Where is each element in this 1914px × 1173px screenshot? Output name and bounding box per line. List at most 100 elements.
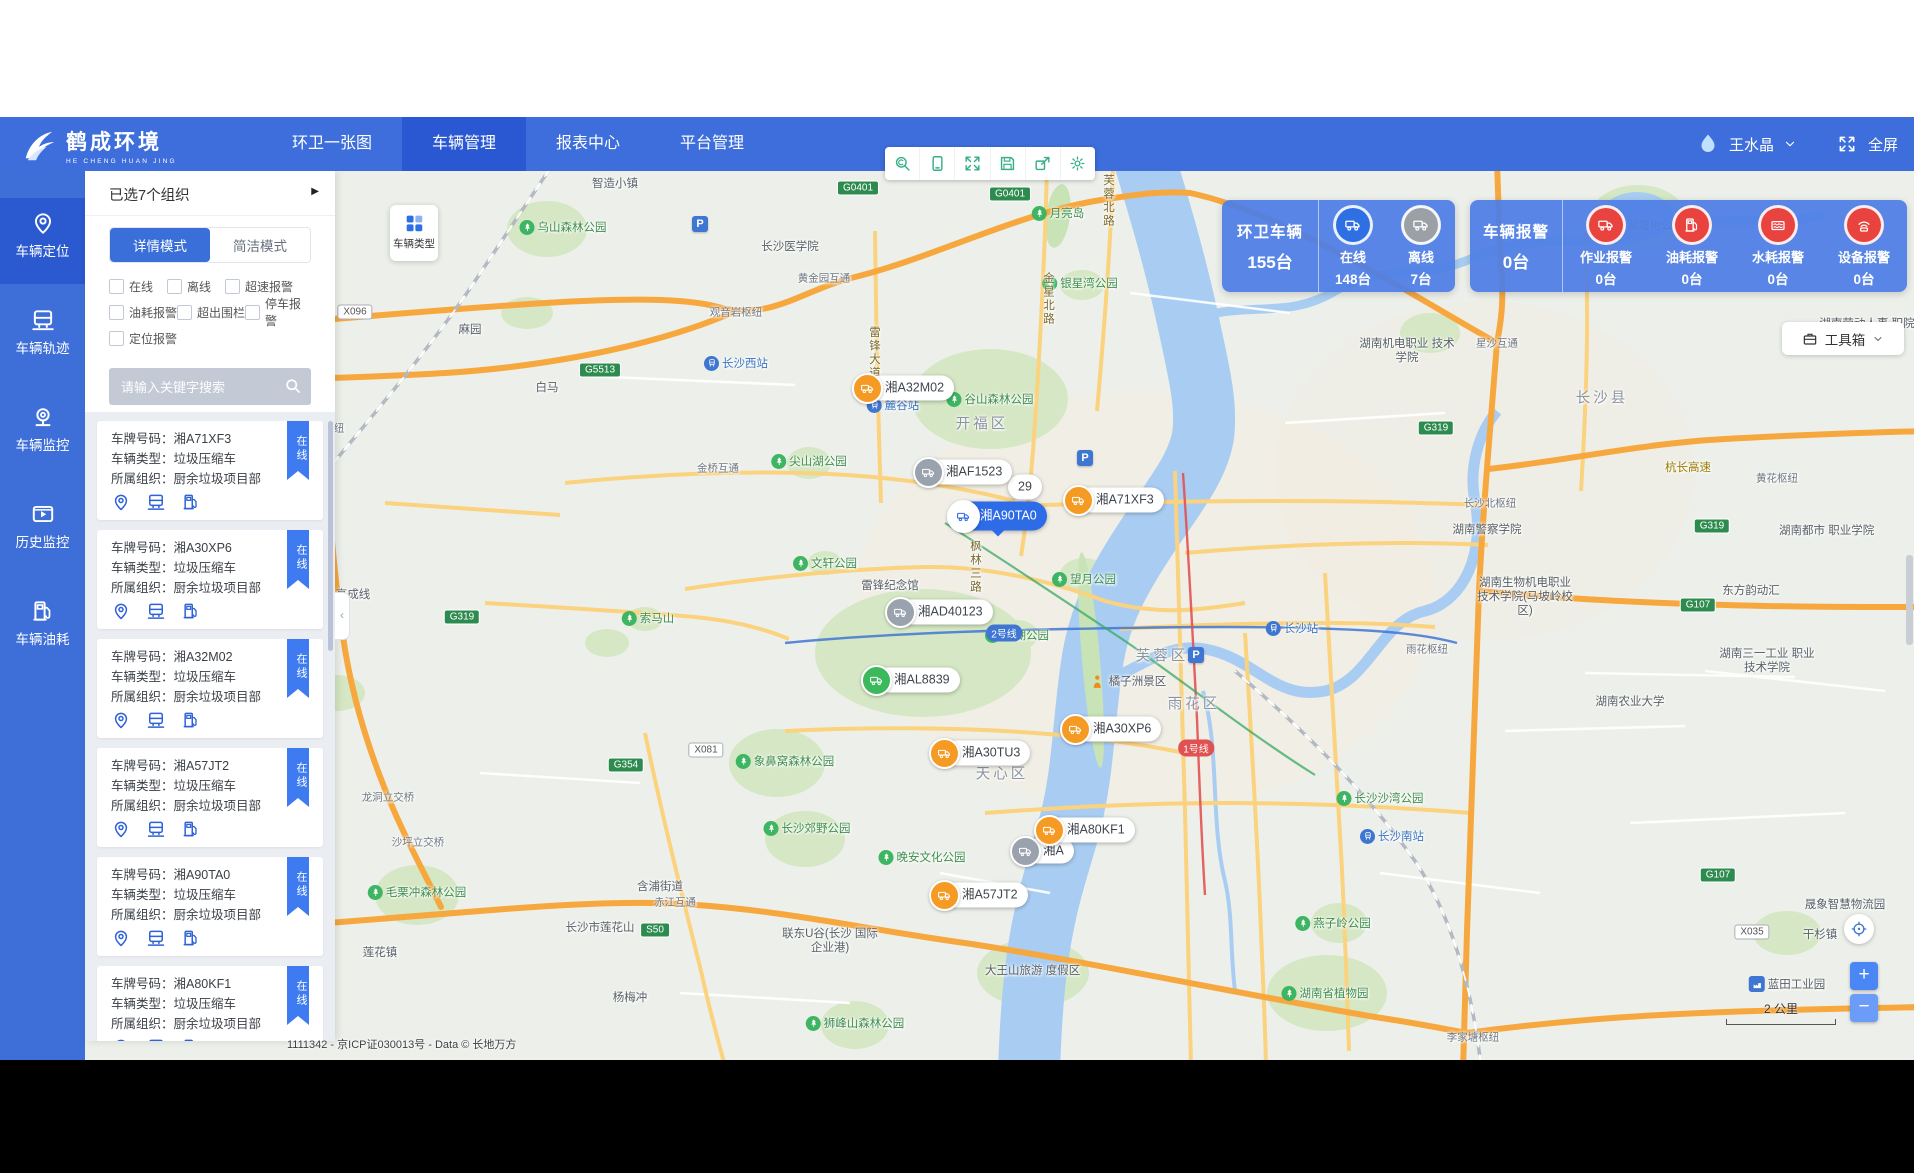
vehicle-card[interactable]: 车牌号码：湘A57JT2 车辆类型：垃圾压缩车 所属组织：厨余垃圾项目部 在线 — [97, 748, 323, 847]
fuel-icon[interactable] — [181, 601, 201, 621]
search-icon[interactable] — [283, 376, 303, 396]
nav-tab[interactable]: 车辆管理 — [402, 117, 526, 171]
filter-checkbox[interactable]: 在线 — [109, 273, 167, 299]
vehicle-card[interactable]: 车牌号码：湘A71XF3 车辆类型：垃圾压缩车 所属组织：厨余垃圾项目部 在线 — [97, 421, 323, 520]
vehicle-marker[interactable]: 湘A71XF3 — [1066, 488, 1164, 513]
vehicle-card[interactable]: 车牌号码：湘A90TA0 车辆类型：垃圾压缩车 所属组织：厨余垃圾项目部 在线 — [97, 857, 323, 956]
filter-checkbox[interactable]: 定位报警 — [109, 325, 179, 351]
checkbox-icon[interactable] — [245, 305, 260, 320]
fuel-icon[interactable] — [181, 819, 201, 839]
checkbox-icon[interactable] — [109, 331, 124, 346]
map-view[interactable]: 智造小镇乌山森林公园长沙医学院黄金园互通观音岩枢纽月亮岛银星湾公园麻园长沙西站白… — [85, 171, 1914, 1060]
sidebar-item[interactable]: 车辆定位 — [0, 198, 85, 284]
nav-tab[interactable]: 报表中心 — [526, 117, 650, 171]
vehicle-marker[interactable]: 湘A30XP6 — [1063, 717, 1161, 742]
place-name: 湖南农业大学 — [1596, 693, 1665, 709]
track-bus-icon[interactable] — [146, 928, 166, 948]
fullscreen-icon[interactable] — [1837, 134, 1857, 154]
save-icon[interactable] — [990, 147, 1025, 180]
search-input[interactable] — [119, 368, 283, 407]
locate-pin-icon[interactable] — [111, 710, 131, 730]
vehicle-card[interactable]: 车牌号码：湘A30XP6 车辆类型：垃圾压缩车 所属组织：厨余垃圾项目部 在线 — [97, 530, 323, 629]
locate-pin-icon[interactable] — [111, 601, 131, 621]
locate-pin-icon[interactable] — [111, 1037, 131, 1041]
fuel-icon[interactable] — [181, 492, 201, 512]
nav-tab[interactable]: 平台管理 — [650, 117, 774, 171]
fuel-icon — [1672, 205, 1712, 245]
checkbox-icon[interactable] — [109, 279, 124, 294]
locate-button[interactable] — [1844, 914, 1874, 944]
org-value: 厨余垃圾项目部 — [174, 581, 262, 595]
vehicle-card[interactable]: 车牌号码：湘A80KF1 车辆类型：垃圾压缩车 所属组织：厨余垃圾项目部 在线 — [97, 966, 323, 1041]
vehicle-marker[interactable]: 湘A57JT2 — [932, 883, 1028, 908]
map-place-label: 长沙南站 — [1360, 828, 1424, 844]
parking-icon: P — [692, 216, 708, 232]
user-name[interactable]: 王水晶 — [1729, 134, 1774, 155]
fullscreen-icon[interactable] — [954, 147, 989, 180]
chevron-down-icon[interactable] — [1783, 137, 1797, 151]
plate-field-label: 车牌号码： — [111, 759, 174, 773]
filter-checkbox[interactable]: 离线 — [167, 273, 225, 299]
settings-icon[interactable] — [1060, 147, 1095, 180]
org-field-label: 所属组织： — [111, 908, 174, 922]
map-place-label: 雨花枢纽 — [1406, 642, 1448, 657]
checkbox-icon[interactable] — [109, 305, 124, 320]
vehicle-type-button[interactable]: 车辆类型 — [390, 205, 438, 261]
zoom-in-button[interactable]: + — [1850, 962, 1878, 990]
track-bus-icon[interactable] — [146, 819, 166, 839]
sidebar-item[interactable]: 历史监控 — [0, 489, 85, 575]
truck-icon — [1401, 205, 1441, 245]
track-bus-icon[interactable] — [146, 601, 166, 621]
locate-pin-icon[interactable] — [111, 819, 131, 839]
locate-pin-icon[interactable] — [111, 928, 131, 948]
vehicle-marker[interactable]: 湘A32M02 — [855, 376, 954, 401]
zoom-out-button[interactable]: − — [1850, 994, 1878, 1022]
vehicle-marker[interactable]: 湘AL8839 — [864, 668, 960, 693]
sidebar-item[interactable]: 车辆监控 — [0, 392, 85, 478]
user-avatar — [1696, 132, 1720, 156]
truck-marker-icon — [885, 597, 916, 628]
export-icon[interactable] — [1025, 147, 1060, 180]
mode-tab[interactable]: 详情模式 — [110, 228, 210, 262]
vehicle-marker[interactable]: 湘AF1523 — [916, 460, 1012, 485]
road-badge: 1号线 — [1178, 740, 1214, 757]
plate-value: 湘A90TA0 — [174, 868, 231, 882]
panel-collapse-handle[interactable]: ‹ — [335, 592, 350, 640]
track-bus-icon[interactable] — [146, 1037, 166, 1041]
fuel-icon[interactable] — [181, 928, 201, 948]
filter-checkbox[interactable]: 超出围栏 — [177, 299, 245, 325]
filter-checkbox[interactable]: 停车报警 — [245, 299, 311, 325]
nav-tab[interactable]: 环卫一张图 — [262, 117, 402, 171]
sidebar-item[interactable]: 车辆轨迹 — [0, 295, 85, 381]
checkbox-icon[interactable] — [225, 279, 240, 294]
panel-scrollbar-thumb[interactable] — [328, 421, 333, 651]
vehicle-marker[interactable]: 湘AD40123 — [888, 600, 993, 625]
vehicle-marker[interactable]: 湘A90TA0 — [950, 502, 1047, 531]
page-scrollbar[interactable] — [1906, 555, 1913, 645]
place-name: 橘子洲景区 — [1109, 673, 1167, 689]
checkbox-icon[interactable] — [167, 279, 182, 294]
vehicle-marker[interactable]: 湘A80KF1 — [1037, 818, 1135, 843]
locate-pin-icon[interactable] — [111, 492, 131, 512]
sidebar-item[interactable]: 车辆油耗 — [0, 586, 85, 672]
track-bus-icon[interactable] — [146, 492, 166, 512]
fuel-icon[interactable] — [181, 710, 201, 730]
map-place-label: 索马山 — [622, 610, 675, 626]
toolbox-button[interactable]: 工具箱 — [1782, 322, 1904, 355]
filter-checkbox[interactable]: 油耗报警 — [109, 299, 177, 325]
metro-station-icon — [1360, 829, 1375, 844]
track-bus-icon[interactable] — [146, 710, 166, 730]
stats-alarms-count: 0台 — [1503, 248, 1529, 273]
vehicle-marker[interactable]: 29 — [1008, 475, 1042, 500]
vehicle-marker[interactable]: 湘A30TU3 — [932, 741, 1030, 766]
vehicle-card[interactable]: 车牌号码：湘A32M02 车辆类型：垃圾压缩车 所属组织：厨余垃圾项目部 在线 — [97, 639, 323, 738]
mode-tab[interactable]: 简洁模式 — [210, 228, 310, 262]
fuel-icon[interactable] — [181, 1037, 201, 1041]
checkbox-icon[interactable] — [177, 305, 192, 320]
org-selector[interactable]: 已选7个组织 ▶ — [85, 171, 335, 216]
area-search-icon[interactable] — [885, 147, 919, 180]
place-name: 龙洞立交桥 — [362, 790, 415, 805]
screenshot-icon[interactable] — [919, 147, 954, 180]
fullscreen-label[interactable]: 全屏 — [1868, 134, 1898, 155]
sidebar-item-label: 车辆定位 — [0, 240, 85, 260]
